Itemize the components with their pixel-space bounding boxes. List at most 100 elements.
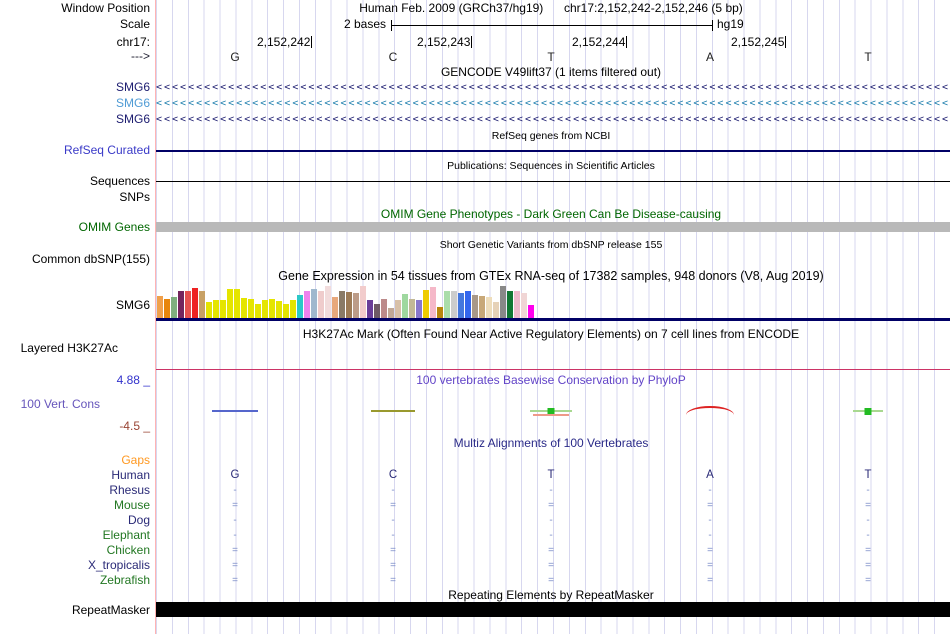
scale-value: 2 bases [343, 17, 386, 31]
gencode-gene-label[interactable]: SMG6 [0, 81, 150, 94]
multiz-align-mark: = [548, 545, 554, 556]
gtex-tissue-bar [234, 289, 240, 318]
gtex-tissue-bar [185, 291, 191, 318]
multiz-align-mark: = [865, 560, 871, 571]
gtex-gene-label[interactable]: SMG6 [0, 299, 150, 312]
gencode-gene-label[interactable]: SMG6 [0, 97, 150, 110]
multiz-title: Multiz Alignments of 100 Vertebrates [453, 436, 649, 450]
gtex-tissue-bar [220, 300, 226, 318]
ruler-tick [311, 36, 313, 48]
gencode-gene-body[interactable]: <<<<<<<<<<<<<<<<<<<<<<<<<<<<<<<<<<<<<<<<… [156, 113, 950, 126]
gtex-baseline [156, 318, 950, 321]
gencode-gene-body[interactable]: <<<<<<<<<<<<<<<<<<<<<<<<<<<<<<<<<<<<<<<<… [156, 97, 950, 110]
gtex-tissue-bar [395, 300, 401, 318]
ruler-coordinate: 2,152,245 [731, 35, 787, 49]
gtex-tissue-bar [514, 291, 520, 318]
refseq-curated-label[interactable]: RefSeq Curated [0, 144, 150, 157]
gtex-tissue-bar [381, 299, 387, 318]
multiz-species-label-mouse[interactable]: Mouse [0, 499, 150, 512]
repeatmasker-label[interactable]: RepeatMasker [0, 604, 150, 617]
multiz-align-mark: = [548, 560, 554, 571]
multiz-species-label-rhesus[interactable]: Rhesus [0, 484, 150, 497]
gtex-tissue-bar [507, 291, 513, 318]
gtex-tissue-bar [255, 304, 261, 318]
h3k27ac-signal-line [156, 369, 950, 370]
omim-title: OMIM Gene Phenotypes - Dark Green Can Be… [380, 207, 722, 221]
ruler-tick [626, 36, 628, 48]
gtex-tissue-bar [206, 302, 212, 318]
sequences-item-line[interactable] [156, 181, 950, 182]
gencode-title: GENCODE V49lift37 (1 items filtered out) [440, 65, 662, 79]
multiz-species-label-dog[interactable]: Dog [0, 514, 150, 527]
gtex-tissue-bar [437, 307, 443, 318]
multiz-align-mark: - [391, 485, 395, 496]
gtex-tissue-bar [262, 300, 268, 318]
gtex-tissue-bar [367, 300, 373, 318]
gtex-tissue-bar [346, 292, 352, 318]
gtex-tissue-bar [479, 296, 485, 318]
gtex-tissue-bar [171, 297, 177, 318]
multiz-align-mark: = [232, 500, 238, 511]
multiz-human-base: T [547, 469, 555, 481]
gencode-gene-body[interactable]: <<<<<<<<<<<<<<<<<<<<<<<<<<<<<<<<<<<<<<<<… [156, 81, 950, 94]
ruler-coordinate: 2,152,244 [572, 36, 628, 49]
multiz-species-label-x_tropicalis[interactable]: X_tropicalis [0, 559, 150, 572]
gtex-tissue-bar [493, 302, 499, 318]
gtex-tissue-bar [304, 291, 310, 318]
multiz-align-mark: - [866, 485, 870, 496]
multiz-align-mark: = [390, 560, 396, 571]
multiz-align-mark: - [549, 485, 553, 496]
gtex-tissue-bar [241, 298, 247, 318]
ruler-base-letter: C [388, 50, 398, 64]
multiz-align-mark: - [233, 530, 237, 541]
multiz-align-mark: - [233, 515, 237, 526]
omim-gene-bar[interactable] [156, 222, 950, 232]
ruler-tick [471, 36, 473, 48]
refseq-title: RefSeq genes from NCBI [491, 130, 611, 142]
phylop-line-mark [371, 410, 415, 412]
ruler-base-letter: T [547, 50, 555, 64]
ruler-base-letter: T [864, 50, 872, 64]
gtex-tissue-bar [332, 297, 338, 318]
multiz-human-base: T [864, 469, 872, 481]
strand-arrow: ---> [131, 49, 150, 63]
refseq-gene-line[interactable] [156, 150, 950, 152]
gtex-tissue-bar [430, 287, 436, 318]
window-position-title: Human Feb. 2009 (GRCh37/hg19) chr17:2,15… [156, 2, 946, 15]
common-dbsnp-label[interactable]: Common dbSNP(155) [0, 253, 150, 266]
gtex-tissue-bar [157, 296, 163, 318]
gtex-tissue-bar [227, 289, 233, 318]
multiz-species-label-chicken[interactable]: Chicken [0, 544, 150, 557]
snps-label[interactable]: SNPs [0, 191, 150, 204]
omim-genes-label[interactable]: OMIM Genes [0, 221, 150, 234]
multiz-species-label-gaps[interactable]: Gaps [0, 454, 150, 467]
sequences-label[interactable]: Sequences [0, 175, 150, 188]
gtex-tissue-bar [388, 308, 394, 318]
gtex-tissue-bar [500, 286, 506, 318]
multiz-species-label-zebrafish[interactable]: Zebrafish [0, 574, 150, 587]
multiz-align-mark: - [391, 515, 395, 526]
repeatmasker-bar[interactable] [156, 602, 950, 617]
gencode-gene-label[interactable]: SMG6 [0, 113, 150, 126]
multiz-species-label-elephant[interactable]: Elephant [0, 529, 150, 542]
gtex-tissue-bar [290, 300, 296, 318]
h3k27ac-title: H3K27Ac Mark (Often Found Near Active Re… [302, 327, 800, 341]
multiz-align-mark: - [549, 530, 553, 541]
multiz-align-mark: - [549, 515, 553, 526]
gtex-tissue-bar [521, 293, 527, 318]
gtex-tissue-bar [472, 295, 478, 318]
phylop-dot-mark [864, 408, 872, 415]
gtex-tissue-bar [178, 291, 184, 318]
multiz-align-mark: = [548, 575, 554, 586]
multiz-human-base: A [706, 469, 714, 481]
ruler-coordinate-text: 2,152,245 [731, 35, 785, 49]
gtex-tissue-bar [164, 299, 170, 318]
assembly-title: Human Feb. 2009 (GRCh37/hg19) [359, 1, 544, 15]
repeatmasker-title: Repeating Elements by RepeatMasker [448, 588, 654, 602]
gtex-tissue-bar [423, 290, 429, 318]
gtex-tissue-bar [213, 300, 219, 318]
h3k27ac-label[interactable]: Layered H3K27Ac [0, 342, 118, 355]
conservation-track-label[interactable]: 100 Vert. Cons [0, 398, 100, 411]
gtex-tissue-bar [528, 305, 534, 318]
multiz-species-label-human[interactable]: Human [0, 469, 150, 482]
